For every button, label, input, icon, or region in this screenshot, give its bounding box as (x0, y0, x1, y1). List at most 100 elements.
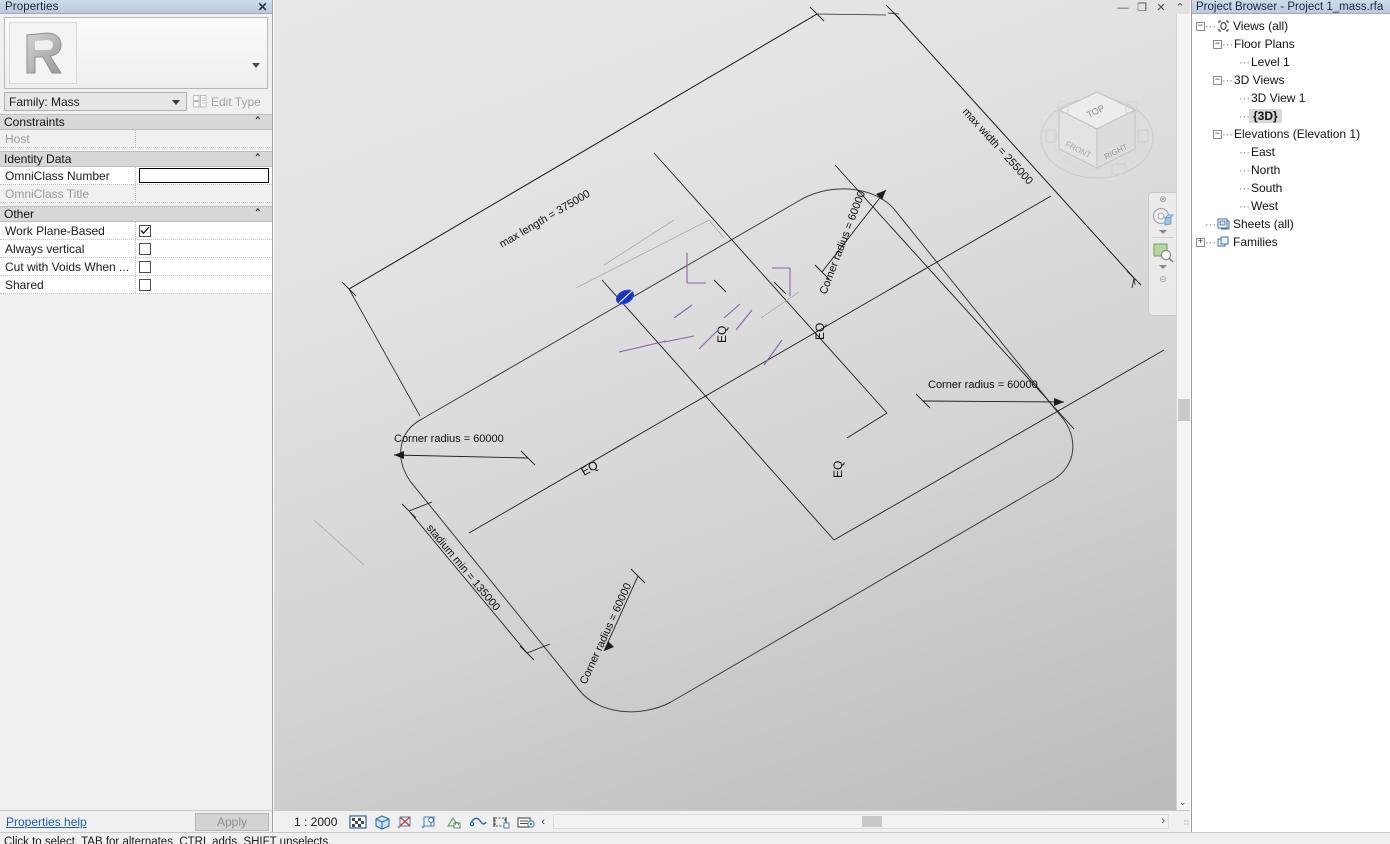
crop-view-icon[interactable] (469, 814, 488, 830)
work-plane-based-checkbox[interactable] (139, 224, 151, 237)
shared-checkbox[interactable] (139, 278, 151, 291)
resize-grip[interactable] (1183, 818, 1190, 826)
property-row-host[interactable]: Host (0, 130, 272, 148)
tree-item-3d-view-1[interactable]: ⋯ 3D View 1 (1192, 89, 1390, 107)
dim-label-corner-radius-right: Corner radius = 60000 (928, 379, 1038, 391)
close-icon[interactable]: ⊗ (1159, 194, 1167, 205)
project-browser-title: Project Browser - Project 1_mass.rfa (1196, 0, 1384, 13)
property-value[interactable] (136, 185, 272, 202)
crop-region-visibility-icon[interactable] (493, 814, 511, 830)
collapse-node-icon[interactable]: − (1196, 21, 1205, 31)
canvas-vertical-scrollbar[interactable]: ⌄ (1176, 14, 1190, 810)
omniclass-number-input[interactable] (139, 168, 269, 183)
cut-with-voids-checkbox[interactable] (139, 260, 151, 273)
tree-item-3d-views[interactable]: − ⋯ 3D Views (1192, 71, 1390, 89)
family-type-selector[interactable]: Family: Mass (4, 92, 187, 111)
property-row-always-vertical[interactable]: Always vertical (0, 240, 272, 258)
scrollbar-thumb[interactable] (862, 816, 883, 827)
minimize-icon[interactable]: — (1117, 2, 1129, 14)
tree-item-families[interactable]: + ⋯ Families (1192, 233, 1390, 251)
tree-connector: ⋯ (1222, 128, 1233, 141)
property-row-shared[interactable]: Shared (0, 276, 272, 294)
property-row-cut-with-voids[interactable]: Cut with Voids When ... (0, 258, 272, 276)
construction-lines (313, 219, 800, 566)
project-browser-tree[interactable]: − ⋯ Views (all) − ⋯ Floor Plans ⋯ Level 1− ⋯ 3D V… (1192, 14, 1390, 832)
group-label: Constraints (4, 115, 65, 129)
group-header-identity-data[interactable]: Identity Data ⌃ (0, 151, 272, 167)
property-value[interactable] (136, 240, 272, 257)
close-icon[interactable]: ✕ (256, 1, 269, 13)
tree-item-west[interactable]: ⋯ West (1192, 197, 1390, 215)
origin-marker[interactable] (614, 287, 636, 306)
tree-item-3d[interactable]: ⋯ {3D} (1192, 107, 1390, 125)
property-value[interactable] (136, 276, 272, 293)
sun-path-icon[interactable] (397, 814, 415, 830)
expand-node-icon[interactable]: + (1196, 237, 1205, 247)
apply-button[interactable]: Apply (195, 812, 269, 831)
temporary-hide-isolate-icon[interactable] (517, 814, 536, 830)
property-row-omniclass-number[interactable]: OmniClass Number (0, 167, 272, 185)
tree-connector: ⋯ (1239, 164, 1250, 177)
tree-item-level-1[interactable]: ⋯ Level 1 (1192, 53, 1390, 71)
property-row-omniclass-title[interactable]: OmniClass Title (0, 185, 272, 203)
tree-item-south[interactable]: ⋯ South (1192, 179, 1390, 197)
tree-item-floor-plans[interactable]: − ⋯ Floor Plans (1192, 35, 1390, 53)
steering-wheel-icon[interactable] (1151, 205, 1175, 229)
dim-label-max-length: max length = 375000 (497, 188, 592, 251)
property-value[interactable] (136, 167, 272, 184)
sheets-icon (1215, 218, 1231, 230)
navigation-bar[interactable]: ⊗ ⊖ (1148, 192, 1178, 316)
tree-item-views-all[interactable]: − ⋯ Views (all) (1192, 17, 1390, 35)
status-bar: Click to select, TAB for alternates, CTR… (0, 832, 1390, 844)
view-control-chevron-icon[interactable]: ‹ (541, 816, 545, 828)
tree-connector: ⋯ (1205, 20, 1216, 33)
canvas-horizontal-scrollbar[interactable]: › (553, 814, 1169, 829)
group-header-other[interactable]: Other ⌃ (0, 206, 272, 222)
tree-item-sheets-all[interactable]: ⋯ Sheets (all) (1192, 215, 1390, 233)
property-value[interactable] (136, 258, 272, 275)
shadows-icon[interactable] (421, 814, 439, 830)
collapse-ribbon-icon[interactable]: ⌃ (1174, 2, 1186, 14)
property-label: Shared (0, 276, 136, 293)
edit-type-button[interactable]: Edit Type (187, 92, 268, 111)
tree-item-label: East (1251, 145, 1276, 159)
reference-planes (618, 253, 791, 366)
drawing-canvas[interactable]: — ❐ ✕ ⌃ max length = 375000 max width = … (274, 0, 1190, 832)
close-icon[interactable]: ✕ (1155, 2, 1167, 14)
chevron-down-icon[interactable] (252, 63, 260, 68)
collapse-node-icon[interactable]: − (1213, 75, 1222, 85)
chevron-down-icon[interactable]: ⌄ (1179, 797, 1187, 808)
group-header-constraints[interactable]: Constraints ⌃ (0, 114, 272, 130)
property-row-work-plane-based[interactable]: Work Plane-Based (0, 222, 272, 240)
tree-item-elevations-elevation-1[interactable]: − ⋯ Elevations (Elevation 1) (1192, 125, 1390, 143)
collapse-node-icon[interactable]: − (1213, 129, 1222, 139)
tree-connector: ⋯ (1222, 38, 1233, 51)
scrollbar-thumb[interactable] (1178, 399, 1190, 421)
properties-help-link[interactable]: Properties help (6, 815, 87, 829)
collapse-icon[interactable]: ⌃ (254, 115, 262, 130)
chevron-right-icon[interactable]: › (1161, 815, 1165, 827)
chevron-down-icon[interactable] (1159, 265, 1167, 269)
type-selector-preview[interactable] (4, 17, 268, 89)
view-scale[interactable]: 1 : 2000 (274, 815, 349, 829)
chevron-down-icon[interactable] (1159, 230, 1167, 234)
visual-style-icon[interactable] (373, 814, 391, 830)
detail-level-icon[interactable] (349, 814, 367, 830)
compass-west-nub (1045, 129, 1057, 143)
restore-icon[interactable]: ❐ (1136, 2, 1148, 14)
property-label: OmniClass Title (0, 185, 136, 202)
property-value[interactable] (136, 222, 272, 239)
minimize-icon[interactable]: ⊖ (1159, 274, 1167, 285)
property-value[interactable] (136, 130, 272, 147)
zoom-region-icon[interactable] (1151, 240, 1175, 264)
collapse-node-icon[interactable]: − (1213, 39, 1222, 49)
view-cube[interactable]: TOP FRONT RIGHT (1032, 74, 1162, 194)
view-control-icons (349, 814, 536, 830)
collapse-icon[interactable]: ⌃ (254, 152, 262, 167)
always-vertical-checkbox[interactable] (139, 242, 151, 255)
tree-item-north[interactable]: ⋯ North (1192, 161, 1390, 179)
collapse-icon[interactable]: ⌃ (254, 207, 262, 222)
rendering-dialog-icon[interactable] (445, 814, 463, 830)
tree-item-east[interactable]: ⋯ East (1192, 143, 1390, 161)
